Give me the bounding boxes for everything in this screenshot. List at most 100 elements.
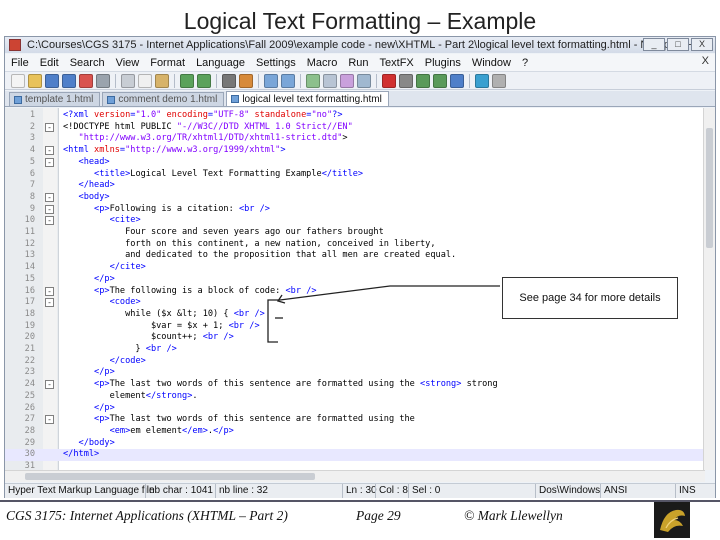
- notepad-app-icon: [9, 39, 21, 51]
- code-line[interactable]: 4- <html xmlns="http://www.w3.org/1999/xh…: [5, 145, 705, 157]
- code-line[interactable]: 27- <p>The last two words of this senten…: [5, 414, 705, 426]
- code-line[interactable]: 24- <p>The last two words of this senten…: [5, 379, 705, 391]
- fold-toggle-icon[interactable]: -: [45, 122, 54, 132]
- line-number: 22: [24, 355, 35, 366]
- fold-toggle-icon[interactable]: -: [45, 146, 54, 156]
- close-window-button[interactable]: X: [691, 38, 713, 51]
- open-file-icon[interactable]: [28, 73, 42, 88]
- play-macro-icon[interactable]: [416, 73, 430, 88]
- menu-item-plugins[interactable]: Plugins: [425, 57, 461, 69]
- maximize-button[interactable]: □: [667, 38, 689, 51]
- save-icon[interactable]: [45, 73, 59, 88]
- close-icon[interactable]: [79, 73, 93, 88]
- code-token: </p>: [94, 367, 115, 378]
- code-line[interactable]: 29 </body>: [5, 438, 705, 450]
- paste-icon[interactable]: [155, 73, 169, 88]
- run-macro-icon[interactable]: [433, 73, 447, 88]
- code-line[interactable]: 2- <!DOCTYPE html PUBLIC "-//W3C//DTD XHT…: [5, 122, 705, 134]
- fold-toggle-icon[interactable]: -: [45, 380, 54, 390]
- code-line[interactable]: 7 </head>: [5, 180, 705, 192]
- code-text: } <br />: [63, 344, 176, 356]
- code-line[interactable]: 19 $var = $x + 1; <br />: [5, 321, 705, 333]
- new-file-icon[interactable]: [11, 73, 25, 88]
- code-line[interactable]: 8- <body>: [5, 192, 705, 204]
- code-token: <em>: [109, 425, 131, 436]
- sync-icon[interactable]: [306, 73, 320, 88]
- menu-item-settings[interactable]: Settings: [256, 57, 296, 69]
- find-icon[interactable]: [222, 73, 236, 88]
- wrap-icon[interactable]: [323, 73, 337, 88]
- horizontal-scrollbar[interactable]: [5, 470, 705, 482]
- fold-toggle-icon[interactable]: -: [45, 216, 54, 226]
- code-token: Four score and seven years ago our fathe…: [63, 227, 384, 237]
- tab-2[interactable]: comment demo 1.html: [102, 92, 225, 106]
- slide-title: Logical Text Formatting – Example: [183, 8, 537, 34]
- menu-item-file[interactable]: File: [11, 57, 29, 69]
- bookmark-icon[interactable]: [475, 73, 489, 88]
- print-icon[interactable]: [96, 73, 110, 88]
- menu-item-textfx[interactable]: TextFX: [380, 57, 414, 69]
- close-doc-button[interactable]: X: [702, 55, 709, 67]
- menu-item-search[interactable]: Search: [70, 57, 105, 69]
- replace-icon[interactable]: [239, 73, 253, 88]
- cut-icon[interactable]: [121, 73, 135, 88]
- zoom-in-icon[interactable]: [264, 73, 278, 88]
- code-line[interactable]: 14 </cite>: [5, 262, 705, 274]
- fold-toggle-icon[interactable]: -: [45, 286, 54, 296]
- code-line[interactable]: 9- <p>Following is a citation: <br />: [5, 204, 705, 216]
- save-macro-icon[interactable]: [450, 73, 464, 88]
- tab-3[interactable]: logical level text formatting.html: [226, 91, 389, 106]
- menu-item-view[interactable]: View: [116, 57, 140, 69]
- undo-icon[interactable]: [180, 73, 194, 88]
- menu-item-run[interactable]: Run: [348, 57, 368, 69]
- lang-icon[interactable]: [492, 73, 506, 88]
- code-line[interactable]: 6 <title>Logical Level Text Formatting E…: [5, 169, 705, 181]
- code-line[interactable]: 10- <cite>: [5, 215, 705, 227]
- fold-toggle-icon[interactable]: -: [45, 204, 54, 214]
- horizontal-scroll-thumb[interactable]: [25, 473, 315, 480]
- code-line[interactable]: 30 </html>: [5, 449, 705, 461]
- code-line[interactable]: 13 and dedicated to the proposition that…: [5, 250, 705, 262]
- record-macro-icon[interactable]: [382, 73, 396, 88]
- copy-icon[interactable]: [138, 73, 152, 88]
- menu-item-language[interactable]: Language: [196, 57, 245, 69]
- menu-item-help[interactable]: ?: [522, 57, 528, 69]
- code-token: <p>: [94, 414, 110, 425]
- redo-icon[interactable]: [197, 73, 211, 88]
- minimize-button[interactable]: _: [643, 38, 665, 51]
- fold-toggle-icon[interactable]: -: [45, 192, 54, 202]
- fold-toggle-icon[interactable]: -: [45, 157, 54, 167]
- fold-toggle-icon[interactable]: -: [45, 298, 54, 308]
- code-line[interactable]: 23 </p>: [5, 367, 705, 379]
- save-all-icon[interactable]: [62, 73, 76, 88]
- zoom-out-icon[interactable]: [281, 73, 295, 88]
- indent-guide-icon[interactable]: [357, 73, 371, 88]
- code-line[interactable]: 5- <head>: [5, 157, 705, 169]
- code-line[interactable]: 1 <?xml version="1.0" encoding="UTF-8" st…: [5, 110, 705, 122]
- code-token: <br />: [233, 308, 265, 319]
- code-line[interactable]: 3 "http://www.w3.org/TR/xhtml1/DTD/xhtml…: [5, 133, 705, 145]
- vertical-scroll-thumb[interactable]: [706, 128, 713, 248]
- menu-item-window[interactable]: Window: [472, 57, 511, 69]
- code-line[interactable]: 28 <em>em element</em>.</p>: [5, 426, 705, 438]
- code-line[interactable]: 20 $count++; <br />: [5, 332, 705, 344]
- fold-toggle-icon[interactable]: -: [45, 415, 54, 425]
- tab-1[interactable]: template 1.html: [9, 92, 101, 106]
- menu-item-format[interactable]: Format: [150, 57, 185, 69]
- code-token: "UTF-8": [213, 110, 255, 120]
- vertical-scrollbar[interactable]: [703, 108, 715, 470]
- code-line[interactable]: 21 } <br />: [5, 344, 705, 356]
- code-line[interactable]: 26 </p>: [5, 403, 705, 415]
- show-all-icon[interactable]: [340, 73, 354, 88]
- menu-item-edit[interactable]: Edit: [40, 57, 59, 69]
- code-line[interactable]: 25 element</strong>.: [5, 391, 705, 403]
- code-line[interactable]: 12 forth on this continent, a new nation…: [5, 239, 705, 251]
- menu-item-macro[interactable]: Macro: [307, 57, 338, 69]
- code-line[interactable]: 22 </code>: [5, 356, 705, 368]
- window-titlebar[interactable]: C:\Courses\CGS 3175 - Internet Applicati…: [5, 37, 715, 53]
- line-number: 4: [29, 145, 35, 156]
- stop-macro-icon[interactable]: [399, 73, 413, 88]
- code-line[interactable]: 31: [5, 461, 705, 470]
- code-line[interactable]: 11 Four score and seven years ago our fa…: [5, 227, 705, 239]
